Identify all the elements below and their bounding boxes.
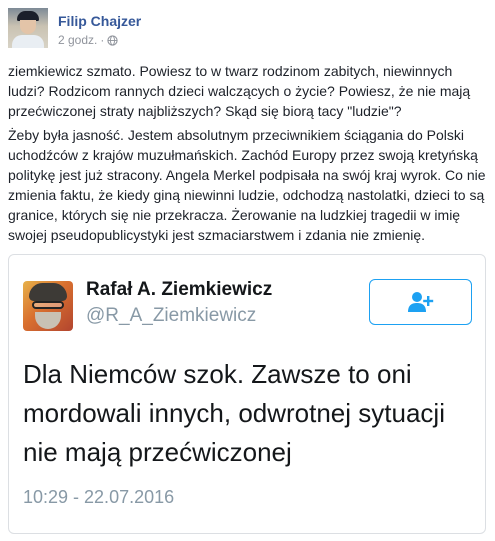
post-timestamp[interactable]: 2 godz. [58,33,97,47]
tweet-avatar-glasses [32,301,64,309]
facebook-post: Filip Chajzer 2 godz. · ziemkiewicz szma… [0,0,495,541]
meta-separator: · [100,33,105,47]
tweet-avatar-beard [35,312,61,329]
post-paragraph: Żeby była jasność. Jestem absolutnym prz… [8,127,486,243]
author-avatar[interactable] [8,8,48,48]
avatar-face [20,20,36,34]
tweet-timestamp[interactable]: 10:29 - 22.07.2016 [23,487,174,508]
tweet-author-avatar[interactable] [23,281,73,331]
avatar-body [12,35,44,48]
follow-button[interactable] [369,279,472,325]
tweet-text: Dla Niemców szok. Zawsze to oni mordowal… [23,359,445,467]
embedded-tweet[interactable]: Rafał A. Ziemkiewicz @R_A_Ziemkiewicz Dl… [8,254,486,534]
globe-icon[interactable] [107,34,119,46]
add-user-icon [407,292,433,312]
post-meta: 2 godz. · [58,33,119,47]
post-text: ziemkiewicz szmato. Powiesz to w twarz r… [8,61,490,249]
author-name-link[interactable]: Filip Chajzer [58,13,141,29]
tweet-avatar-hair [29,283,67,301]
tweet-author-handle[interactable]: @R_A_Ziemkiewicz [86,305,256,327]
tweet-author-name[interactable]: Rafał A. Ziemkiewicz [86,279,272,301]
post-paragraph: ziemkiewicz szmato. Powiesz to w twarz r… [8,63,471,119]
